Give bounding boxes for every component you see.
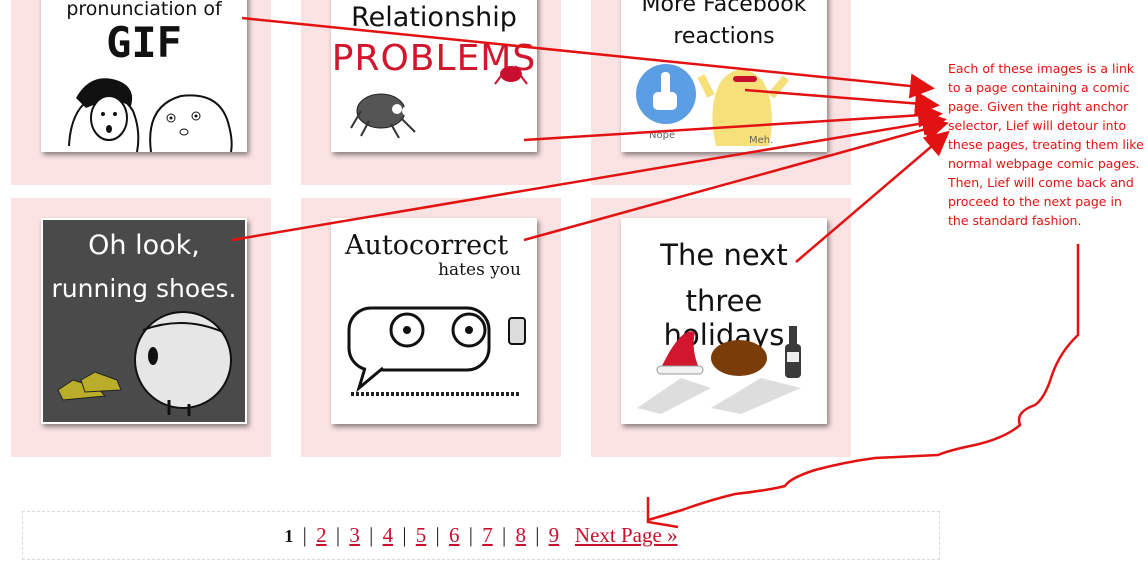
comic-link-running-shoes[interactable]: Oh look, running shoes. (41, 218, 247, 424)
comic-link-relationship-problems[interactable]: Relationship PROBLEMS (331, 0, 537, 152)
holidays-illustration (637, 326, 801, 414)
page-separator: | (501, 523, 507, 547)
page-separator: | (435, 523, 440, 547)
comic-link-autocorrect[interactable]: Autocorrect hates you (331, 218, 537, 424)
reaction-label-meh: Meh. (749, 135, 774, 146)
spiders-illustration (350, 66, 528, 139)
page-link-4[interactable]: 4 (383, 523, 394, 547)
page-separator: | (369, 523, 374, 547)
page-separator: | (402, 523, 407, 547)
comic-link-gif-pronunciation[interactable]: pronunciation of GIF (41, 0, 247, 152)
page-link-8[interactable]: 8 (515, 523, 526, 547)
reaction-label-nope: Nope (649, 130, 676, 141)
comic-link-three-holidays[interactable]: The next three holidays (621, 218, 827, 424)
next-page-link[interactable]: Next Page » (575, 523, 678, 547)
pagination-bar: 1 | 2 | 3 | 4 | 5 | 6 | 7 | 8 | 9 Next P… (22, 511, 940, 560)
page-separator: | (335, 523, 341, 547)
page-link-6[interactable]: 6 (449, 523, 460, 547)
speech-bubble-phone-illustration (347, 306, 526, 396)
page-link-7[interactable]: 7 (482, 523, 493, 547)
running-shoes-illustration (57, 311, 232, 416)
page-separator: | (468, 523, 473, 547)
page-current: 1 (284, 526, 294, 546)
gif-characters-illustration (68, 78, 233, 152)
page-link-9[interactable]: 9 (549, 523, 560, 547)
page-link-3[interactable]: 3 (349, 523, 360, 547)
page-link-2[interactable]: 2 (316, 523, 327, 547)
comic-link-facebook-reactions[interactable]: More Facebook reactions Nope Meh. (621, 0, 827, 152)
page-separator: | (302, 523, 307, 547)
page-separator: | (535, 523, 540, 547)
annotation-note: Each of these images is a link to a page… (948, 61, 1144, 228)
page-link-5[interactable]: 5 (416, 523, 427, 547)
